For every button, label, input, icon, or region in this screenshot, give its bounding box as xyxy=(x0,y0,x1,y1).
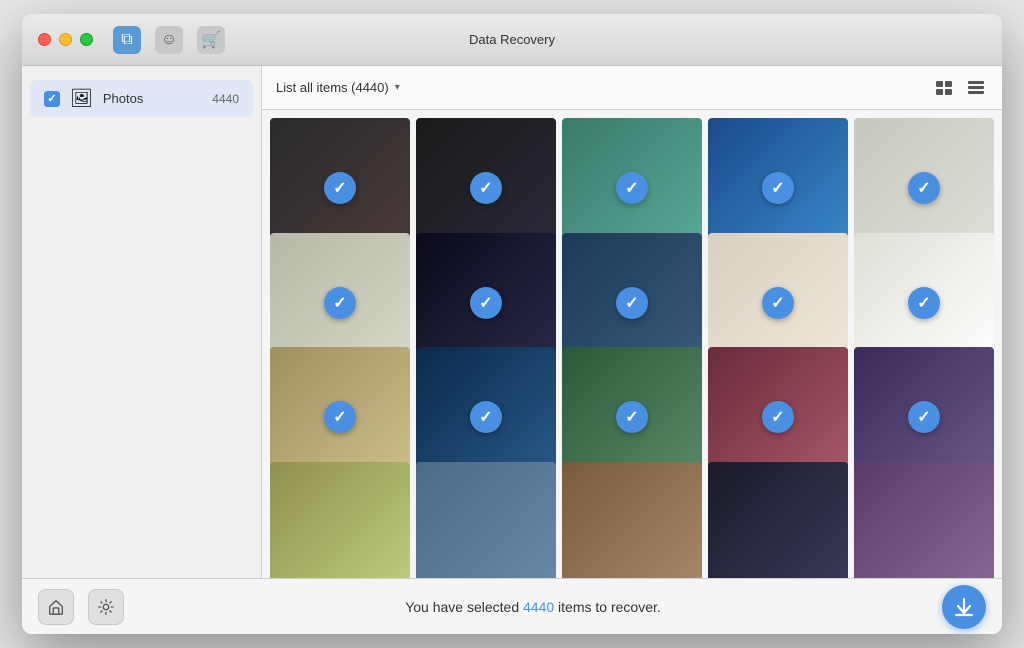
close-button[interactable] xyxy=(38,33,51,46)
settings-button[interactable] xyxy=(88,589,124,625)
list-view-toggle[interactable] xyxy=(964,78,988,98)
bottombar: You have selected 4440 items to recover. xyxy=(22,578,1002,634)
main-area: 🖼 Photos 4440 List all items (4440) ▾ xyxy=(22,66,1002,578)
window-title: Data Recovery xyxy=(469,32,555,47)
photo-grid xyxy=(262,110,1002,578)
photo-check-icon xyxy=(762,287,794,319)
sidebar: 🖼 Photos 4440 xyxy=(22,66,262,578)
photo-check-icon xyxy=(616,172,648,204)
cart-icon[interactable]: 🛒 xyxy=(197,26,225,54)
status-suffix: items to recover. xyxy=(554,599,661,615)
photo-cell[interactable] xyxy=(416,462,556,579)
dropdown-label: List all items (4440) xyxy=(276,80,389,95)
titlebar-icons: ⧉ ☺ 🛒 xyxy=(113,26,225,54)
recover-button[interactable] xyxy=(942,585,986,629)
photos-count: 4440 xyxy=(212,92,239,106)
status-text: You have selected 4440 items to recover. xyxy=(124,599,942,615)
maximize-button[interactable] xyxy=(80,33,93,46)
photo-cell[interactable] xyxy=(708,462,848,579)
bottom-left-icons xyxy=(38,589,124,625)
photos-checkbox[interactable] xyxy=(44,91,60,107)
grid-view-toggle[interactable] xyxy=(932,78,956,98)
photo-check-icon xyxy=(762,172,794,204)
photo-cell[interactable] xyxy=(854,462,994,579)
photo-check-icon xyxy=(324,287,356,319)
photo-check-icon xyxy=(324,172,356,204)
app-window: ⧉ ☺ 🛒 Data Recovery 🖼 Photos 4440 List a… xyxy=(22,14,1002,634)
copy-icon[interactable]: ⧉ xyxy=(113,26,141,54)
photo-check-icon xyxy=(908,401,940,433)
photo-check-icon xyxy=(470,287,502,319)
photo-check-icon xyxy=(470,172,502,204)
status-prefix: You have selected xyxy=(405,599,523,615)
photo-check-icon xyxy=(616,401,648,433)
photo-check-icon xyxy=(762,401,794,433)
photo-check-icon xyxy=(470,401,502,433)
home-button[interactable] xyxy=(38,589,74,625)
photo-cell[interactable] xyxy=(562,462,702,579)
filter-dropdown[interactable]: List all items (4440) ▾ xyxy=(276,80,400,95)
traffic-lights xyxy=(38,33,93,46)
sidebar-item-photos[interactable]: 🖼 Photos 4440 xyxy=(30,80,253,117)
view-toggles xyxy=(932,78,988,98)
photos-label: Photos xyxy=(103,91,202,106)
content-area: List all items (4440) ▾ xyxy=(262,66,1002,578)
face-icon[interactable]: ☺ xyxy=(155,26,183,54)
dropdown-arrow-icon: ▾ xyxy=(395,82,400,93)
photo-cell[interactable] xyxy=(270,462,410,579)
photo-check-icon xyxy=(324,401,356,433)
photo-check-icon xyxy=(908,172,940,204)
photos-icon: 🖼 xyxy=(70,88,93,109)
status-count: 4440 xyxy=(523,599,554,615)
photo-check-icon xyxy=(908,287,940,319)
titlebar: ⧉ ☺ 🛒 Data Recovery xyxy=(22,14,1002,66)
toolbar: List all items (4440) ▾ xyxy=(262,66,1002,110)
minimize-button[interactable] xyxy=(59,33,72,46)
photo-check-icon xyxy=(616,287,648,319)
